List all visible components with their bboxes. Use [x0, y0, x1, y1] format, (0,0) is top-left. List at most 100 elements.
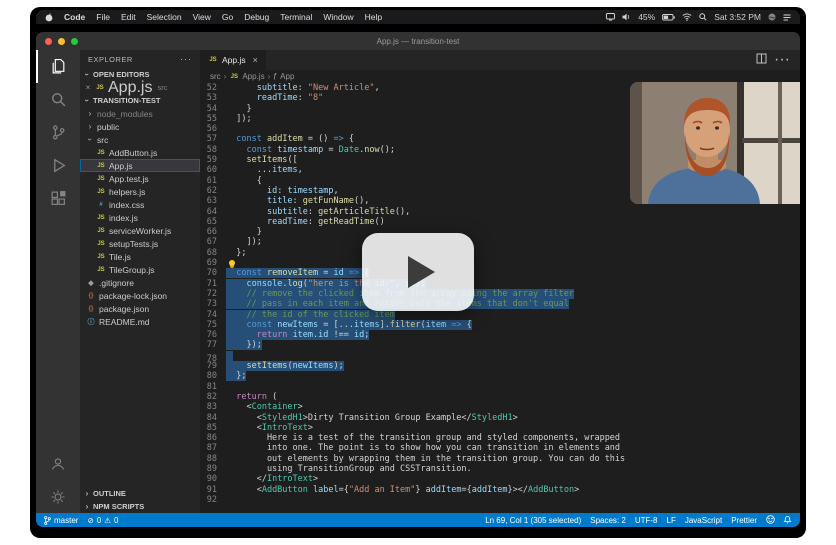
code-line-73[interactable]: 73 // pass in each item and return only … — [200, 299, 800, 309]
code-line-78[interactable]: 78 — [200, 351, 800, 361]
tree-item-serviceworker-js[interactable]: JSserviceWorker.js — [80, 224, 200, 237]
code-line-77[interactable]: 77 }); — [200, 340, 800, 350]
tree-item-app-test-js[interactable]: JSApp.test.js — [80, 172, 200, 185]
window-titlebar[interactable]: App.js — transition-test — [36, 32, 800, 50]
code-line-66[interactable]: 66 } — [200, 227, 800, 237]
status-prettier[interactable]: Prettier — [731, 516, 757, 525]
siri-icon[interactable] — [768, 13, 776, 21]
code-line-76[interactable]: 76 return item.id !== id; — [200, 330, 800, 340]
lightbulb-icon[interactable] — [229, 260, 235, 266]
code-line-82[interactable]: 82 return ( — [200, 392, 800, 402]
menu-selection[interactable]: Selection — [147, 12, 182, 22]
tree-item-index-js[interactable]: JSindex.js — [80, 211, 200, 224]
project-section[interactable]: › TRANSITION-TEST — [80, 94, 200, 107]
breadcrumb-item-app.js[interactable]: App.js — [242, 72, 264, 81]
menu-clock[interactable]: Sat 3:52 PM — [714, 12, 761, 22]
minimize-window-button[interactable] — [58, 38, 65, 45]
notifications-bell-icon[interactable] — [783, 517, 792, 526]
tree-item-public[interactable]: ›public — [80, 120, 200, 133]
code-line-83[interactable]: 83 <Container> — [200, 402, 800, 412]
tab-app-js[interactable]: JS App.js × — [200, 50, 266, 70]
menu-edit[interactable]: Edit — [121, 12, 136, 22]
status-spaces[interactable]: Spaces: 2 — [590, 516, 626, 525]
code-line-81[interactable]: 81 — [200, 382, 800, 392]
code-line-72[interactable]: 72 // remove the clicked item from the a… — [200, 289, 800, 299]
close-editor-icon[interactable]: × — [84, 83, 92, 92]
menu-terminal[interactable]: Terminal — [280, 12, 312, 22]
tree-item-tilegroup-js[interactable]: JSTileGroup.js — [80, 263, 200, 276]
git-branch-indicator[interactable]: master — [44, 516, 78, 525]
code-line-89[interactable]: 89 using TransitionGroup and CSSTransiti… — [200, 464, 800, 474]
tree-item-package-json[interactable]: {}package.json — [80, 302, 200, 315]
menu-code[interactable]: Code — [64, 12, 85, 22]
tree-item-addbutton-js[interactable]: JSAddButton.js — [80, 146, 200, 159]
code-line-69[interactable]: 69 — [200, 258, 800, 268]
explorer-icon[interactable] — [36, 50, 80, 83]
menu-window[interactable]: Window — [323, 12, 353, 22]
tree-item-app-js[interactable]: JSApp.js — [80, 159, 200, 172]
close-window-button[interactable] — [45, 38, 52, 45]
code-line-80[interactable]: 80 }; — [200, 371, 800, 381]
tree-item-setuptests-js[interactable]: JSsetupTests.js — [80, 237, 200, 250]
code-line-84[interactable]: 84 <StyledH1>Dirty Transition Group Exam… — [200, 413, 800, 423]
menu-go[interactable]: Go — [222, 12, 233, 22]
feedback-smiley-icon[interactable] — [766, 517, 775, 526]
code-line-85[interactable]: 85 <IntroText> — [200, 423, 800, 433]
code-line-79[interactable]: 79 setItems(newItems); — [200, 361, 800, 371]
close-tab-icon[interactable]: × — [253, 55, 258, 65]
code-line-91[interactable]: 91 <AddButton label={"Add an Item"} addI… — [200, 485, 800, 495]
notification-center-icon[interactable] — [783, 14, 791, 21]
status-lf[interactable]: LF — [667, 516, 676, 525]
code-line-88[interactable]: 88 out elements by wrapping them in the … — [200, 454, 800, 464]
code-line-64[interactable]: 64 subtitle: getArticleTitle(), — [200, 207, 800, 217]
display-icon[interactable] — [606, 13, 615, 21]
tree-item-node-modules[interactable]: ›node_modules — [80, 107, 200, 120]
editor-more-actions-icon[interactable]: ··· — [774, 51, 790, 69]
code-line-65[interactable]: 65 readTime: getReadTime() — [200, 217, 800, 227]
tree-item-helpers-js[interactable]: JShelpers.js — [80, 185, 200, 198]
code-line-67[interactable]: 67 ]); — [200, 237, 800, 247]
code-line-74[interactable]: 74 // the id of the clicked item — [200, 310, 800, 320]
code-line-90[interactable]: 90 </IntroText> — [200, 474, 800, 484]
outline-section[interactable]: › OUTLINE — [80, 487, 200, 500]
explorer-more-actions-icon[interactable]: ··· — [180, 54, 192, 64]
debug-icon[interactable] — [36, 149, 80, 182]
search-icon[interactable] — [36, 83, 80, 116]
code-line-92[interactable]: 92 — [200, 495, 800, 505]
code-line-86[interactable]: 86 Here is a test of the transition grou… — [200, 433, 800, 443]
breadcrumb-item-src[interactable]: src — [210, 72, 221, 81]
npm-scripts-section[interactable]: › NPM SCRIPTS — [80, 500, 200, 513]
menu-file[interactable]: File — [96, 12, 110, 22]
account-icon[interactable] — [36, 447, 80, 480]
wifi-icon[interactable] — [682, 13, 692, 21]
tree-item-index-css[interactable]: #index.css — [80, 198, 200, 211]
tree-item-package-lock-json[interactable]: {}package-lock.json — [80, 289, 200, 302]
play-button[interactable] — [362, 233, 474, 311]
spotlight-icon[interactable] — [699, 13, 707, 21]
code-line-70[interactable]: 70 const removeItem = id => { — [200, 268, 800, 278]
menu-debug[interactable]: Debug — [244, 12, 269, 22]
open-editor-item[interactable]: × JS App.js src — [80, 81, 200, 94]
code-line-87[interactable]: 87 into one. The point is to show how yo… — [200, 443, 800, 453]
tree-item--gitignore[interactable]: ◆.gitignore — [80, 276, 200, 289]
settings-gear-icon[interactable] — [36, 480, 80, 513]
apple-menu-icon[interactable] — [45, 13, 53, 22]
extensions-icon[interactable] — [36, 182, 80, 215]
source-control-icon[interactable] — [36, 116, 80, 149]
menu-view[interactable]: View — [193, 12, 211, 22]
status-ln[interactable]: Ln 69, Col 1 (305 selected) — [485, 516, 581, 525]
status-javascript[interactable]: JavaScript — [685, 516, 722, 525]
code-line-75[interactable]: 75 const newItems = [...items].filter(it… — [200, 320, 800, 330]
status-utf-8[interactable]: UTF-8 — [635, 516, 658, 525]
volume-icon[interactable] — [622, 13, 631, 21]
menu-help[interactable]: Help — [365, 12, 382, 22]
split-editor-icon[interactable] — [756, 51, 767, 69]
tree-item-tile-js[interactable]: JSTile.js — [80, 250, 200, 263]
breadcrumb-item-app[interactable]: App — [280, 72, 294, 81]
tree-item-src[interactable]: ›src — [80, 133, 200, 146]
battery-icon[interactable] — [662, 14, 675, 21]
tree-item-readme-md[interactable]: ⓘREADME.md — [80, 315, 200, 328]
code-line-68[interactable]: 68 }; — [200, 248, 800, 258]
code-line-71[interactable]: 71 console.log("here is the id:", id); — [200, 279, 800, 289]
problems-indicator[interactable]: ⊘ 0 ⚠ 0 — [87, 516, 118, 525]
